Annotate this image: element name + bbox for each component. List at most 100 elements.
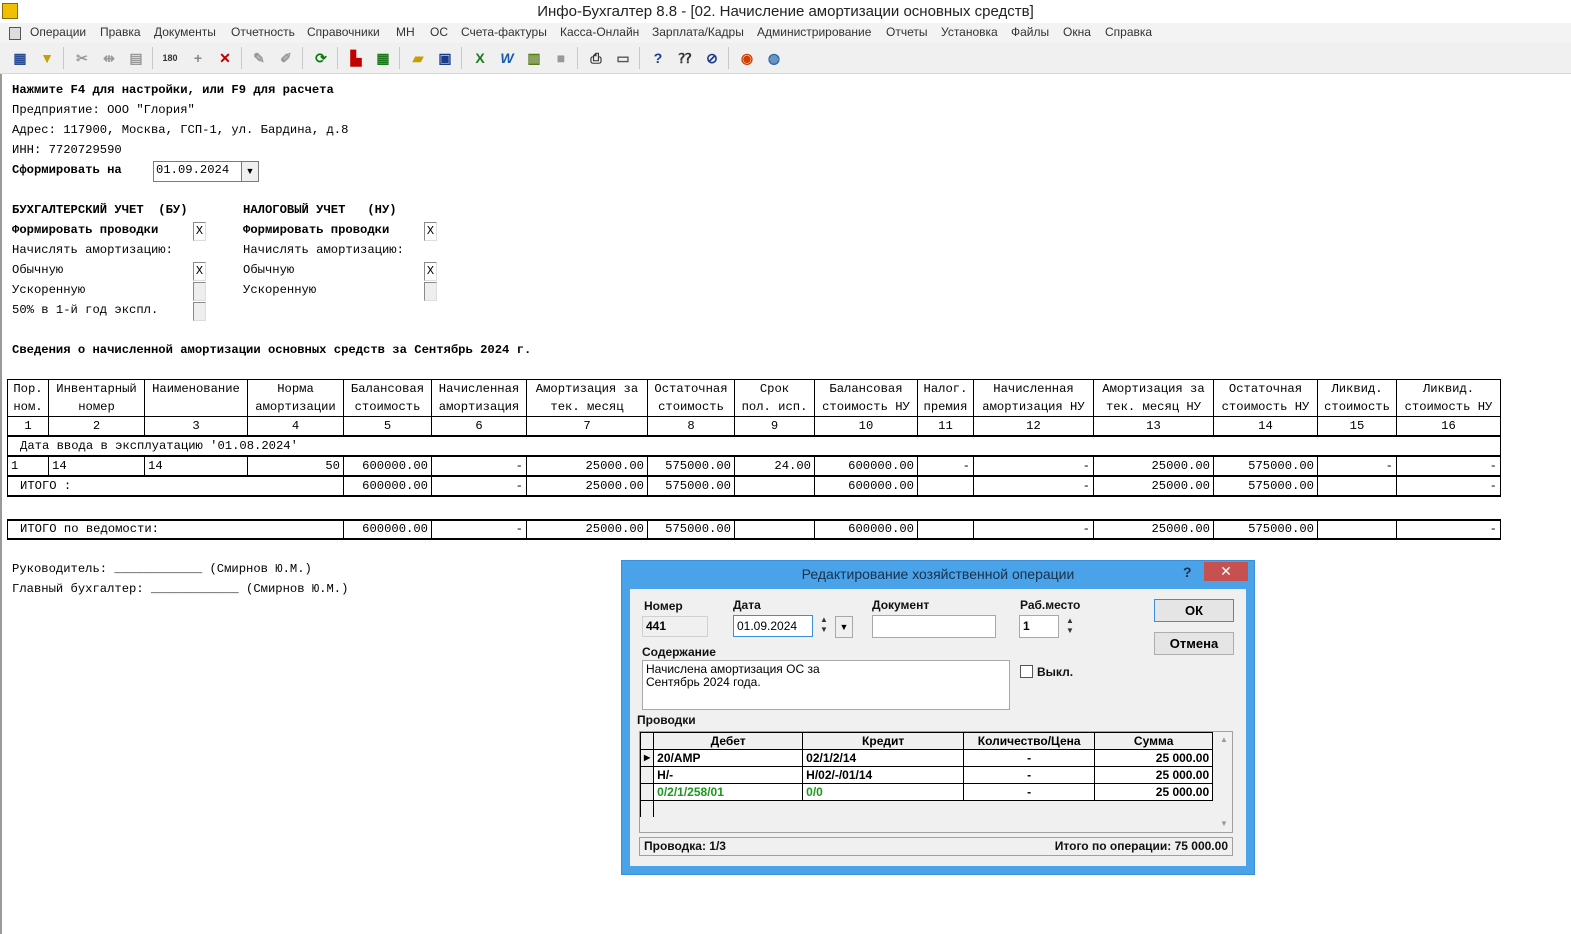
- postings-scrollbar[interactable]: ▲ ▼: [1216, 732, 1232, 830]
- workplace-spinner[interactable]: ▲ ▼: [1065, 616, 1075, 636]
- number-label: Номер: [644, 599, 683, 613]
- compass-icon[interactable]: ⊘: [702, 48, 722, 68]
- document-field[interactable]: [872, 615, 996, 638]
- cell-residual-nu: 575000.00: [1213, 455, 1318, 477]
- ok-button[interactable]: ОК: [1154, 599, 1234, 622]
- report-date-value[interactable]: 01.09.2024: [156, 163, 229, 177]
- disabled-export-icon[interactable]: ■: [551, 48, 571, 68]
- globe-icon[interactable]: ◍: [764, 48, 784, 68]
- total-cell: 575000.00: [1213, 475, 1318, 497]
- col-number: 7: [526, 416, 648, 437]
- sort-icon[interactable]: 180: [160, 48, 180, 68]
- filter-icon[interactable]: ▼: [37, 48, 57, 68]
- cell-bonus: -: [917, 455, 974, 477]
- date-spinner[interactable]: ▲ ▼: [819, 615, 829, 635]
- save-icon[interactable]: ▣: [435, 48, 455, 68]
- scroll-down-icon[interactable]: ▼: [1216, 819, 1232, 828]
- postings-col-header: Дебет: [653, 732, 804, 750]
- pdf-icon[interactable]: ▙: [346, 48, 366, 68]
- context-help-icon[interactable]: ⁇: [675, 48, 695, 68]
- table-row[interactable]: 1 14 14 50 600000.00 - 25000.00 575000.0…: [7, 455, 1501, 477]
- bu-normal-checkbox[interactable]: X: [193, 262, 206, 281]
- posting-sum: 25 000.00: [1094, 749, 1214, 767]
- menu-reporting[interactable]: Отчетность: [231, 25, 295, 39]
- close-button[interactable]: ✕: [1204, 562, 1248, 581]
- col-header: Начисленная амортизация НУ: [973, 379, 1094, 417]
- menu-reports[interactable]: Отчеты: [886, 25, 927, 39]
- cell-residual: 575000.00: [647, 455, 735, 477]
- col-number: 6: [431, 416, 527, 437]
- posting-credit: Н/02/-/01/14: [802, 766, 965, 784]
- posting-debit: Н/-: [653, 766, 804, 784]
- refresh-icon[interactable]: ⟳: [311, 48, 331, 68]
- nu-make-postings-checkbox[interactable]: X: [424, 222, 437, 241]
- grand-total-cell: 575000.00: [647, 519, 735, 540]
- cell-liquid: -: [1317, 455, 1397, 477]
- word-icon[interactable]: W: [497, 48, 517, 68]
- grand-total-cell: 575000.00: [1213, 519, 1318, 540]
- postings-row[interactable]: Н/- Н/02/-/01/14 - 25 000.00: [639, 766, 1214, 784]
- open-folder-icon[interactable]: ▰: [408, 48, 428, 68]
- off-checkbox[interactable]: [1020, 665, 1033, 678]
- menu-invoices[interactable]: Счета-фактуры: [461, 25, 547, 39]
- bu-make-postings-checkbox[interactable]: X: [193, 222, 206, 241]
- move-icon[interactable]: ⇹: [99, 48, 119, 68]
- menu-operations[interactable]: Операции: [30, 25, 86, 39]
- paste-icon[interactable]: ▤: [126, 48, 146, 68]
- delete-icon[interactable]: ✕: [215, 48, 235, 68]
- replace-icon[interactable]: ✐: [276, 48, 296, 68]
- lifebuoy-icon[interactable]: ◉: [737, 48, 757, 68]
- nu-normal-checkbox[interactable]: X: [424, 262, 437, 281]
- workplace-field[interactable]: 1: [1019, 615, 1059, 638]
- postings-row[interactable]: ▶ 20/АМР 02/1/2/14 - 25 000.00: [639, 749, 1214, 767]
- export-icon[interactable]: ▥: [524, 48, 544, 68]
- content-field[interactable]: Начислена амортизация ОС за Сентябрь 202…: [642, 660, 1010, 710]
- menu-windows[interactable]: Окна: [1063, 25, 1091, 39]
- help-button[interactable]: ?: [1183, 564, 1192, 580]
- nu-normal-label: Обычную: [243, 263, 295, 277]
- total-cell: -: [1396, 475, 1501, 497]
- nu-accelerated-checkbox[interactable]: [424, 282, 437, 301]
- add-icon[interactable]: +: [188, 48, 208, 68]
- scroll-up-icon[interactable]: ▲: [1216, 735, 1232, 744]
- cell-order: 1: [7, 455, 49, 477]
- total-cell: 600000.00: [814, 475, 918, 497]
- menu-cash-online[interactable]: Касса-Онлайн: [560, 25, 639, 39]
- doc-menu-icon[interactable]: [9, 27, 21, 40]
- column-number-row: 1 2 3 4 5 6 7 8 9 10 11 12 13 14 15 16: [7, 416, 1501, 437]
- preview-icon[interactable]: ▭: [613, 48, 633, 68]
- menu-directories[interactable]: Справочники: [307, 25, 380, 39]
- menu-mn[interactable]: МН: [396, 25, 415, 39]
- help-icon[interactable]: ?: [648, 48, 668, 68]
- chevron-down-icon[interactable]: ▼: [835, 616, 853, 638]
- table-icon[interactable]: ▦: [10, 48, 30, 68]
- posting-sum: 25 000.00: [1094, 766, 1214, 784]
- bu-half-first-year-label: 50% в 1-й год экспл.: [12, 303, 159, 317]
- menu-documents[interactable]: Документы: [154, 25, 216, 39]
- brush-icon[interactable]: ✎: [249, 48, 269, 68]
- date-field[interactable]: 01.09.2024: [733, 615, 813, 637]
- cancel-button[interactable]: Отмена: [1154, 632, 1234, 655]
- col-header: Инвентарный номер: [48, 379, 145, 417]
- posting-debit: 0/2/1/258/01: [653, 783, 804, 801]
- bu-accelerated-checkbox[interactable]: [193, 282, 206, 301]
- postings-row[interactable]: 0/2/1/258/01 0/0 - 25 000.00: [639, 783, 1214, 801]
- menu-edit[interactable]: Правка: [100, 25, 141, 39]
- menu-administration[interactable]: Администрирование: [757, 25, 871, 39]
- calculator-icon[interactable]: ▦: [373, 48, 393, 68]
- print-icon[interactable]: ⎙: [586, 48, 606, 68]
- menu-payroll[interactable]: Зарплата/Кадры: [652, 25, 744, 39]
- total-row: ИТОГО : 600000.00 - 25000.00 575000.00 6…: [7, 475, 1501, 497]
- excel-icon[interactable]: X: [470, 48, 490, 68]
- chevron-down-icon[interactable]: ▼: [241, 162, 258, 181]
- form-on-label: Сформировать на: [12, 163, 122, 177]
- menu-setup[interactable]: Установка: [941, 25, 998, 39]
- menu-os[interactable]: ОС: [430, 25, 448, 39]
- menu-files[interactable]: Файлы: [1011, 25, 1049, 39]
- menu-help[interactable]: Справка: [1105, 25, 1152, 39]
- number-field[interactable]: 441: [642, 616, 708, 637]
- edit-operation-dialog: Редактирование хозяйственной операции ? …: [621, 560, 1255, 875]
- bu-half-first-year-checkbox[interactable]: [193, 302, 206, 321]
- report-date-picker[interactable]: 01.09.2024 ▼: [153, 161, 259, 182]
- cut-icon[interactable]: ✂: [72, 48, 92, 68]
